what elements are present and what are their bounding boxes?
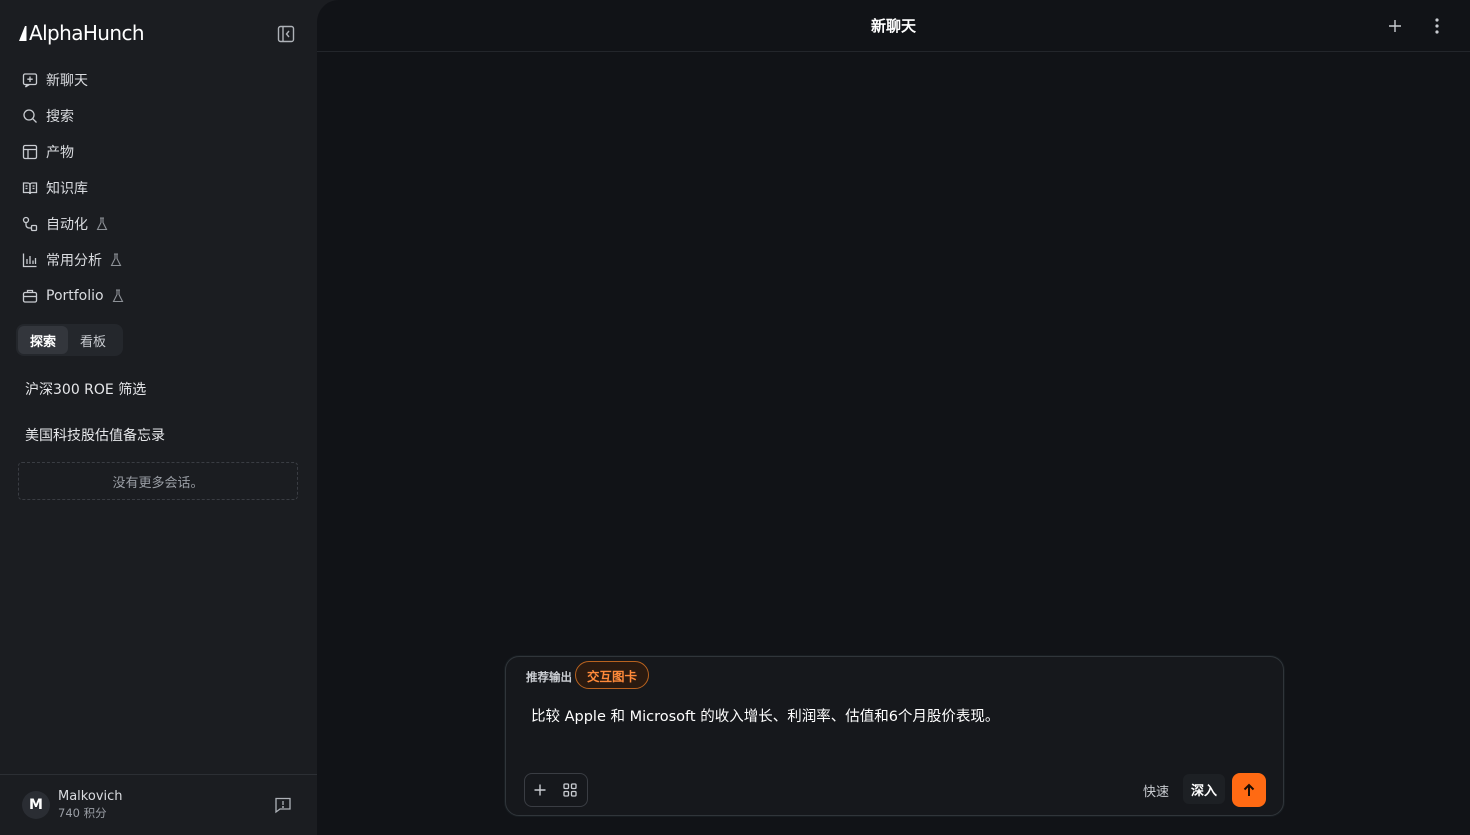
sidebar-item-label: 新聊天: [46, 73, 88, 89]
apps-button[interactable]: [555, 774, 585, 806]
conversation-item[interactable]: 沪深300 ROE 筛选: [25, 379, 146, 399]
bar-chart-icon: [22, 252, 38, 268]
user-points: 740 积分: [58, 806, 107, 820]
recommend-output-chip[interactable]: 交互图卡: [575, 661, 650, 689]
feedback-button[interactable]: [274, 796, 292, 814]
feedback-icon: [275, 797, 291, 814]
plus-icon: [1389, 20, 1401, 32]
collapse-sidebar-button[interactable]: [275, 23, 297, 45]
composer-tools: [524, 773, 588, 807]
sidebar-item-label: 搜索: [46, 109, 74, 125]
tab-board[interactable]: 看板: [68, 326, 118, 354]
prompt-input[interactable]: 比较 Apple 和 Microsoft 的收入增长、利润率、估值和6个月股价表…: [531, 705, 999, 726]
main-panel: 新聊天 推荐输出 交互图卡 比较 Apple 和 Microsoft 的收入增长…: [317, 0, 1470, 835]
plus-icon: [534, 784, 546, 796]
user-bar: M Malkovich 740 积分: [0, 774, 317, 835]
briefcase-icon: [22, 288, 38, 304]
mode-fast-button[interactable]: 快速: [1143, 781, 1169, 800]
avatar[interactable]: M: [22, 791, 50, 819]
brand-name: AlphaHunch: [29, 21, 145, 45]
sidebar-nav: 新聊天 搜索 产物 知识库 自动化 常用分析 Portfolio: [12, 62, 304, 314]
beta-flask-icon: [110, 253, 122, 267]
sidebar-item-label: 知识库: [46, 181, 88, 197]
sidebar-item-common-analysis[interactable]: 常用分析: [12, 242, 304, 278]
sidebar-collapse-icon: [277, 25, 295, 43]
sidebar-item-knowledge-base[interactable]: 知识库: [12, 170, 304, 206]
sidebar-item-search[interactable]: 搜索: [12, 98, 304, 134]
sidebar-item-automation[interactable]: 自动化: [12, 206, 304, 242]
new-chat-icon: [22, 72, 38, 88]
sidebar-item-label: 产物: [46, 145, 74, 161]
sidebar: AlphaHunch 新聊天 搜索 产物 知识库 自动化 常用分析 Portfo…: [0, 0, 317, 835]
conversation-item[interactable]: 美国科技股估值备忘录: [25, 425, 165, 445]
no-more-conversations: 没有更多会话。: [18, 462, 298, 500]
sidebar-item-label: 自动化: [46, 217, 88, 233]
search-icon: [22, 108, 38, 124]
beta-flask-icon: [96, 217, 108, 231]
chat-composer: 推荐输出 交互图卡 比较 Apple 和 Microsoft 的收入增长、利润率…: [505, 656, 1284, 816]
attach-button[interactable]: [525, 774, 555, 806]
more-options-button[interactable]: [1427, 16, 1447, 36]
top-bar: 新聊天: [317, 0, 1470, 52]
sidebar-item-artifacts[interactable]: 产物: [12, 134, 304, 170]
tab-explore[interactable]: 探索: [18, 326, 69, 354]
new-chat-button[interactable]: [1385, 16, 1405, 36]
layout-icon: [22, 144, 38, 160]
page-title: 新聊天: [870, 17, 916, 35]
arrow-up-icon: [1243, 783, 1255, 796]
workflow-icon: [22, 216, 38, 232]
more-vertical-icon: [1435, 18, 1439, 34]
grid-icon: [563, 783, 577, 797]
beta-flask-icon: [112, 289, 123, 303]
sidebar-item-label: 常用分析: [46, 253, 102, 269]
sidebar-item-label: Portfolio: [46, 288, 104, 304]
book-icon: [22, 180, 38, 196]
sidebar-tab-switcher: 探索 看板: [16, 324, 123, 356]
sidebar-item-new-chat[interactable]: 新聊天: [12, 62, 304, 98]
recommend-output-label: 推荐输出: [526, 670, 572, 684]
sidebar-item-portfolio[interactable]: Portfolio: [12, 278, 304, 314]
brand-logo[interactable]: AlphaHunch: [18, 20, 145, 46]
mode-deep-button[interactable]: 深入: [1183, 774, 1226, 804]
user-name: Malkovich: [58, 789, 123, 804]
send-button[interactable]: [1232, 773, 1266, 807]
